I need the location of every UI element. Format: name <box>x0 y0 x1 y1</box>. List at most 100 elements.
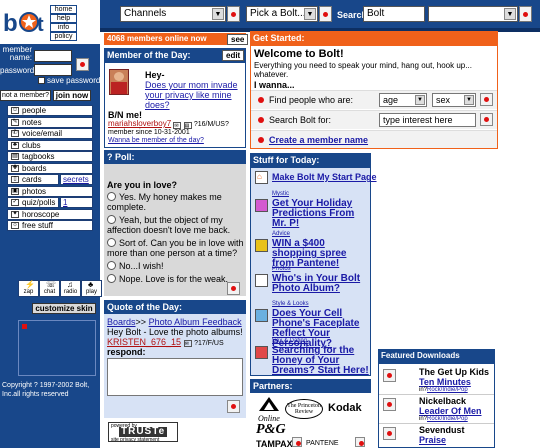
poll-option-radio[interactable] <box>107 274 116 283</box>
pick-bolt-go-button[interactable] <box>319 6 332 22</box>
search-input-value: Bolt <box>367 8 385 19</box>
search-go-button[interactable] <box>519 6 532 22</box>
partners-panel: Online The Princeton Review Kodak P&G TA… <box>250 393 371 448</box>
login-button[interactable] <box>76 58 89 71</box>
motd-wanna-link[interactable]: Wanna be member of the day? <box>108 137 204 144</box>
member-photo[interactable] <box>109 69 129 95</box>
nav-item-clubs[interactable]: ♣ clubs <box>7 139 93 151</box>
pick-bolt-select[interactable]: Pick a Bolt... ▼ <box>246 6 318 22</box>
card-icon[interactable]: ▤ <box>183 122 192 129</box>
boards-link[interactable]: Boards <box>107 317 136 327</box>
nav-item-cards[interactable]: ▯ cards <box>7 174 59 185</box>
poll-option-radio[interactable] <box>107 192 116 201</box>
help-link[interactable]: help <box>50 14 77 23</box>
download-song-link[interactable]: Leader Of Men <box>419 406 482 416</box>
msg-icon[interactable]: ✉ <box>183 340 192 347</box>
stuff-title-link[interactable]: Who's in Your Bolt Photo Album? <box>272 274 370 294</box>
stuff-category[interactable]: Sex & Dating <box>272 338 307 344</box>
download-song-link[interactable]: Praise <box>419 435 446 445</box>
nav-item-notes[interactable]: ✎ notes <box>7 116 93 128</box>
stuff-category[interactable]: Advice <box>272 231 290 237</box>
interest-search-input[interactable]: type interest here <box>379 113 476 127</box>
channels-go-button[interactable] <box>227 6 240 22</box>
poll-option-radio[interactable] <box>107 261 116 270</box>
princeton-review-logo[interactable]: The Princeton Review <box>285 399 323 419</box>
nav-item-voiceemail[interactable]: ✆ voice/email <box>7 128 93 139</box>
download-button[interactable] <box>383 369 396 382</box>
customize-skin-button[interactable]: customize skin <box>32 303 96 314</box>
stuff-title-link[interactable]: Get Your Holiday Predictions From Mr. P! <box>272 199 370 229</box>
stuff-category[interactable]: Mystic <box>272 191 289 197</box>
nav-extra-survey[interactable]: 1 survey <box>60 197 93 216</box>
nav-item-photos[interactable]: ▣ photos <box>7 185 93 197</box>
quote-user-link[interactable]: KRISTEN_676_15 <box>107 337 181 347</box>
find-people-label: Find people who are: <box>269 95 354 105</box>
respond-submit-button[interactable] <box>227 400 240 413</box>
nav-item-boards[interactable]: ✚ boards <box>7 162 93 174</box>
save-password-checkbox[interactable] <box>38 77 45 84</box>
poll-option[interactable]: Sort of. Can you be in love with more th… <box>107 238 244 258</box>
skin-preview[interactable] <box>18 320 96 376</box>
poll-option[interactable]: Nope. Love is for the weak. <box>107 274 244 284</box>
motd-username-link[interactable]: mariahsloverboy7 <box>108 119 171 128</box>
info-link[interactable]: info <box>50 23 77 32</box>
poll-option-label: Yes. My honey makes me complete. <box>107 192 222 212</box>
download-button[interactable] <box>383 398 396 411</box>
download-info-icon[interactable]: in? <box>419 416 427 422</box>
download-genre-link[interactable]: Rock/Indie/Pop <box>427 416 468 422</box>
poll-option-radio[interactable] <box>107 238 116 247</box>
stuff-title-link[interactable]: Searching for the Honey of Your Dreams? … <box>272 346 370 376</box>
nav-extra-secrets[interactable]: secrets <box>60 174 93 185</box>
tampax-go-button[interactable] <box>292 437 302 447</box>
truste-badge[interactable]: powered by TRUSTe site privacy statement <box>108 422 178 443</box>
start-page-link[interactable]: Make Bolt My Start Page <box>272 172 377 182</box>
kodak-logo[interactable]: Kodak <box>328 402 362 414</box>
zap-button[interactable]: ⚡ zap <box>18 280 39 297</box>
photo-album-feedback-link[interactable]: Photo Album Feedback <box>149 317 242 327</box>
poll-option-radio[interactable] <box>107 215 116 224</box>
radio-button[interactable]: ♫ radio <box>60 280 81 297</box>
stuff-category[interactable]: Style & Looks <box>272 301 309 307</box>
channels-select[interactable]: Channels ▼ <box>120 6 226 22</box>
search-input[interactable]: Bolt <box>363 6 425 22</box>
see-button[interactable]: see <box>227 34 249 45</box>
poll-option[interactable]: No...I wish! <box>107 261 244 271</box>
member-name-field[interactable] <box>34 50 72 62</box>
play-button[interactable]: ♣ play <box>81 280 102 297</box>
pg-logo[interactable]: P&G <box>256 422 286 438</box>
password-field[interactable] <box>34 64 72 76</box>
nav-item-tagbooks[interactable]: ▤ tagbooks <box>7 151 93 162</box>
download-song-link[interactable]: Ten Minutes <box>419 377 471 387</box>
poll-option[interactable]: Yes. My honey makes me complete. <box>107 192 244 212</box>
join-now-button[interactable]: join now <box>53 90 91 101</box>
download-genre-link[interactable]: Rock/Indie/Pop <box>427 387 468 393</box>
search-scope-select[interactable]: ▼ <box>428 6 518 22</box>
nav-item-quizpolls[interactable]: ✓ quiz/polls <box>7 197 59 208</box>
create-member-link[interactable]: Create a member name <box>269 135 368 145</box>
bolt-logo[interactable]: b t <box>2 2 48 42</box>
edit-button[interactable]: edit <box>222 50 245 61</box>
search-bolt-go-button[interactable] <box>480 113 493 126</box>
home-link[interactable]: home <box>50 5 77 14</box>
nav-item-freestuff[interactable]: ☼ free stuff <box>7 220 93 231</box>
online-partner-logo[interactable]: Online <box>258 396 280 423</box>
find-people-go-button[interactable] <box>480 93 493 106</box>
stuff-title-link[interactable]: WIN a $400 shopping spree from Pantene! <box>272 239 370 269</box>
nav-item-horoscope[interactable]: ✦ horoscope <box>7 208 93 220</box>
poll-option[interactable]: Yeah, but the object of my affection doe… <box>107 215 244 235</box>
tampax-logo[interactable]: TAMPAX <box>256 439 293 448</box>
poll-vote-button[interactable] <box>227 282 240 295</box>
sex-select[interactable]: sex ▼ <box>432 93 476 107</box>
respond-textarea[interactable] <box>107 358 243 396</box>
age-select[interactable]: age ▼ <box>379 93 427 107</box>
download-info-icon[interactable]: in? <box>419 387 427 393</box>
pantene-go-button[interactable] <box>355 437 365 447</box>
stuff-category[interactable]: Photos <box>272 266 291 272</box>
motd-question-link[interactable]: Does your mom invade your privacy like m… <box>145 80 243 110</box>
policy-link[interactable]: policy <box>50 32 77 41</box>
nav-item-people[interactable]: ☺ people <box>7 105 93 116</box>
msg-icon[interactable]: ✉ <box>173 122 182 129</box>
pantene-logo[interactable]: PANTENE <box>306 440 339 447</box>
download-button[interactable] <box>383 427 396 440</box>
chat-button[interactable]: ☏ chat <box>39 280 60 297</box>
